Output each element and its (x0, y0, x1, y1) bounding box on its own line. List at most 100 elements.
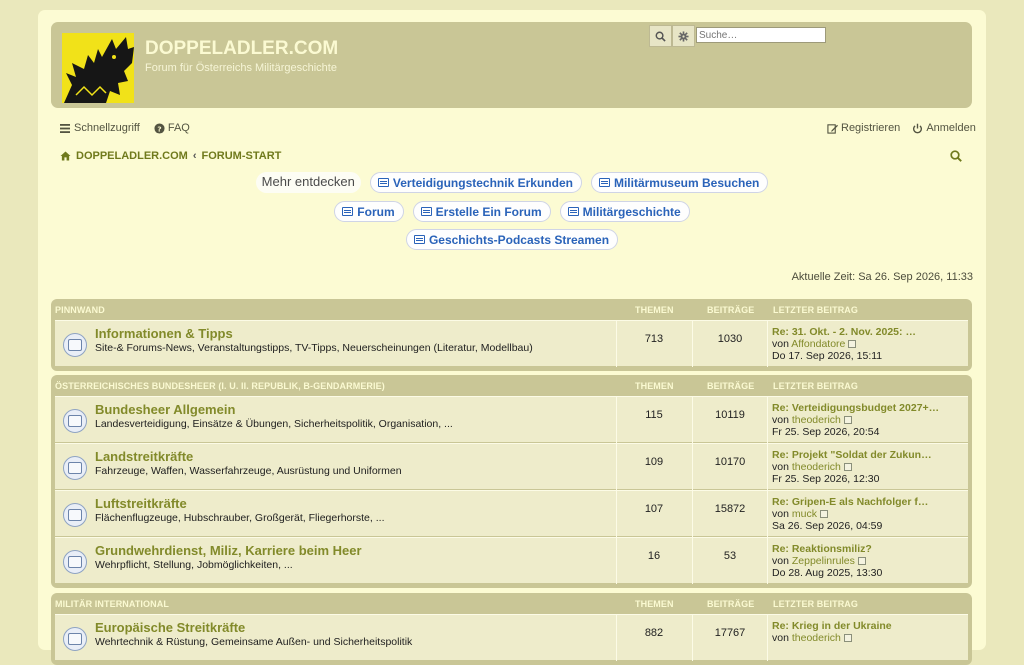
faq-link[interactable]: ? FAQ (154, 122, 190, 134)
category-header: MILITÄR INTERNATIONAL THEMEN BEITRÄGE LE… (55, 593, 968, 614)
link-card-icon (377, 178, 389, 187)
posts-count: 53 (723, 550, 737, 562)
link-card-icon (342, 207, 354, 216)
last-post-user[interactable]: theoderich (792, 461, 841, 473)
by-label: von (772, 555, 789, 567)
divider (767, 321, 768, 367)
quicklinks-button[interactable]: Schnellzugriff (60, 122, 140, 134)
last-post-user[interactable]: Zeppelinrules (792, 555, 855, 567)
search-input[interactable] (696, 27, 826, 43)
col-posts: BEITRÄGE (707, 381, 755, 391)
category-title[interactable]: ÖSTERREICHISCHES BUNDESHEER (I. U. II. R… (55, 381, 385, 391)
col-topics: THEMEN (635, 381, 674, 391)
posts-count: 15872 (714, 503, 746, 515)
eagle-logo-icon (62, 33, 134, 103)
divider (616, 321, 617, 367)
divider (767, 538, 768, 584)
category-header: ÖSTERREICHISCHES BUNDESHEER (I. U. II. R… (55, 375, 968, 396)
last-post-title[interactable]: Re: Reaktionsmiliz? (772, 543, 882, 555)
last-post-user[interactable]: muck (792, 508, 817, 520)
chip-label: Erstelle Ein Forum (435, 204, 542, 219)
last-post-title[interactable]: Re: Gripen-E als Nachfolger f… (772, 496, 928, 508)
chip-militaergeschichte[interactable]: Militärgeschichte (559, 201, 690, 222)
gear-icon (678, 30, 689, 42)
topics-count: 109 (644, 456, 664, 468)
forum-title[interactable]: Luftstreitkräfte (95, 496, 187, 511)
register-link[interactable]: Registrieren (827, 122, 900, 134)
site-subtitle: Forum für Österreichs Militärgeschichte (145, 62, 337, 74)
last-post-title[interactable]: Re: Verteidigungsbudget 2027+… (772, 402, 939, 414)
by-label: von (772, 508, 789, 520)
forum-row: Landstreitkräfte Fahrzeuge, Waffen, Wass… (55, 443, 968, 490)
last-post-user[interactable]: Affondatore (791, 338, 845, 350)
chip-verteidigungstechnik[interactable]: Verteidigungstechnik Erkunden (369, 172, 582, 193)
forum-read-icon (63, 333, 87, 357)
forum-title[interactable]: Informationen & Tipps (95, 326, 233, 341)
view-post-icon[interactable] (843, 634, 852, 642)
forum-read-icon (63, 456, 87, 480)
site-title[interactable]: DOPPELADLER.COM (145, 38, 338, 60)
col-topics: THEMEN (635, 305, 674, 315)
last-post: Re: Projekt "Soldat der Zukun… von theod… (772, 449, 932, 485)
posts-count: 10170 (714, 456, 746, 468)
advanced-search-button[interactable] (672, 25, 695, 47)
breadcrumb-separator: ‹ (192, 150, 197, 162)
chip-label: Militärgeschichte (582, 204, 681, 219)
last-post-title[interactable]: Re: 31. Okt. - 2. Nov. 2025: … (772, 326, 916, 338)
last-post-date: Fr 25. Sep 2026, 12:30 (772, 473, 880, 485)
divider (692, 444, 693, 490)
last-post-user[interactable]: theoderich (792, 414, 841, 426)
search-icon (655, 31, 666, 42)
last-post-title[interactable]: Re: Krieg in der Ukraine (772, 620, 892, 632)
chip-militaermuseum[interactable]: Militärmuseum Besuchen (590, 172, 769, 193)
forum-row: Grundwehrdienst, Miliz, Karriere beim He… (55, 537, 968, 584)
forum-description: Site-& Forums-News, Veranstaltungstipps,… (95, 342, 533, 354)
category-block: PINNWAND THEMEN BEITRÄGE LETZTER BEITRAG… (51, 299, 972, 371)
view-post-icon[interactable] (848, 340, 857, 348)
topics-count: 107 (644, 503, 664, 515)
forum-description: Fahrzeuge, Waffen, Wasserfahrzeuge, Ausr… (95, 465, 402, 477)
chip-podcasts[interactable]: Geschichts-Podcasts Streamen (405, 229, 619, 250)
posts-count: 1030 (717, 333, 743, 345)
search-shortcut[interactable] (950, 150, 962, 165)
breadcrumb-home[interactable]: DOPPELADLER.COM (76, 150, 188, 162)
forum-row: Bundesheer Allgemein Landesverteidigung,… (55, 396, 968, 443)
last-post-date: Do 17. Sep 2026, 15:11 (772, 350, 883, 362)
divider (692, 615, 693, 661)
view-post-icon[interactable] (843, 463, 852, 471)
col-posts: BEITRÄGE (707, 599, 755, 609)
forum-title[interactable]: Landstreitkräfte (95, 449, 193, 464)
forum-description: Wehrtechnik & Rüstung, Gemeinsame Außen-… (95, 636, 413, 648)
divider (616, 615, 617, 661)
forum-read-icon (63, 503, 87, 527)
col-last: LETZTER BEITRAG (773, 599, 858, 609)
last-post-user[interactable]: theoderich (792, 632, 841, 644)
question-circle-icon: ? (154, 122, 165, 134)
forum-title[interactable]: Europäische Streitkräfte (95, 620, 245, 635)
forum-title[interactable]: Bundesheer Allgemein (95, 402, 235, 417)
breadcrumb-forum[interactable]: FORUM-START (202, 150, 282, 162)
search-button[interactable] (649, 25, 672, 47)
chip-erstelle-forum[interactable]: Erstelle Ein Forum (412, 201, 551, 222)
chip-label: Forum (357, 204, 395, 219)
category-title[interactable]: MILITÄR INTERNATIONAL (55, 599, 169, 609)
category-title[interactable]: PINNWAND (55, 305, 105, 315)
login-link[interactable]: Anmelden (912, 122, 976, 134)
forum-row: Luftstreitkräfte Flächenflugzeuge, Hubsc… (55, 490, 968, 537)
site-logo[interactable] (62, 33, 134, 103)
register-label: Registrieren (841, 122, 901, 134)
chip-forum[interactable]: Forum (334, 201, 404, 222)
forum-title[interactable]: Grundwehrdienst, Miliz, Karriere beim He… (95, 543, 362, 558)
view-post-icon[interactable] (857, 557, 866, 565)
forum-row: Informationen & Tipps Site-& Forums-News… (55, 320, 968, 367)
topics-count: 115 (645, 409, 663, 421)
posts-count: 17767 (714, 627, 746, 639)
category-block: MILITÄR INTERNATIONAL THEMEN BEITRÄGE LE… (51, 593, 972, 665)
explore-row-2: Forum Erstelle Ein Forum Militärgeschich… (38, 201, 986, 222)
last-post-title[interactable]: Re: Projekt "Soldat der Zukun… (772, 449, 932, 461)
view-post-icon[interactable] (843, 416, 852, 424)
col-last: LETZTER BEITRAG (773, 381, 858, 391)
link-card-icon (413, 235, 425, 244)
divider (616, 397, 617, 443)
view-post-icon[interactable] (819, 510, 828, 518)
